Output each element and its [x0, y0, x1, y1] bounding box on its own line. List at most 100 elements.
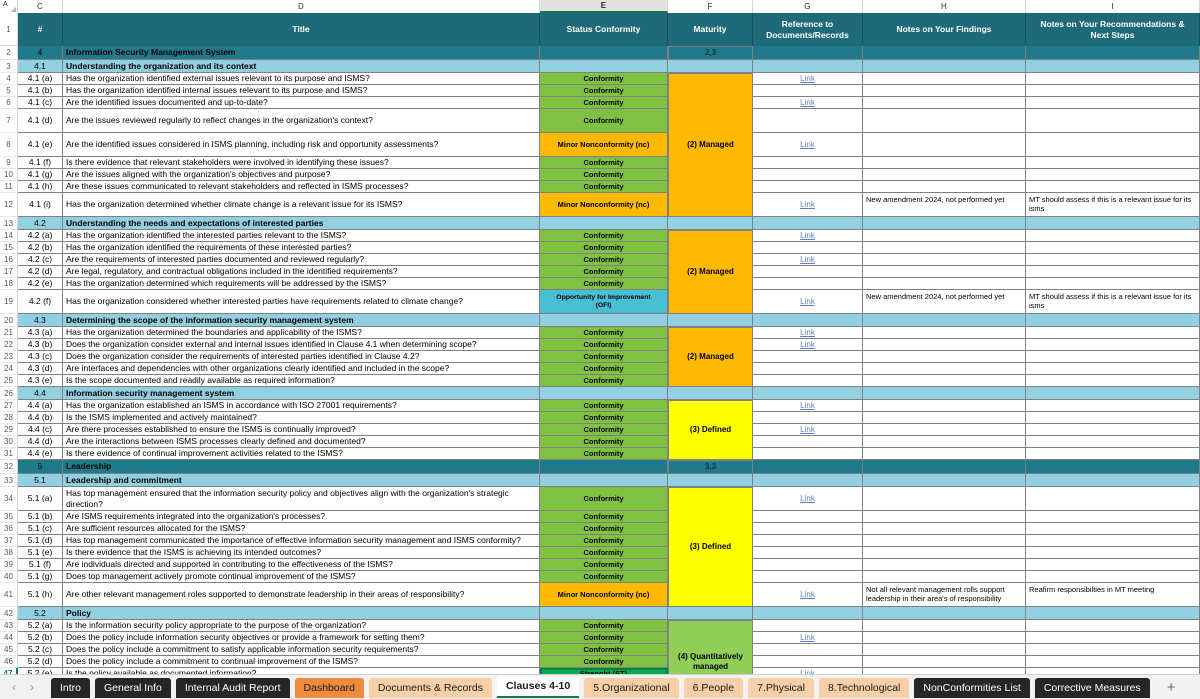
cell-reference[interactable]: [753, 474, 863, 487]
cell-notes-findings[interactable]: [863, 254, 1026, 266]
cell-clause-number[interactable]: 4.4 (d): [18, 436, 63, 448]
cell-title[interactable]: Are interfaces and dependencies with oth…: [63, 363, 540, 375]
cell-clause-number[interactable]: 4.3 (e): [18, 375, 63, 387]
cell-notes-findings[interactable]: [863, 339, 1026, 351]
cell-title[interactable]: Has the organization determined which re…: [63, 278, 540, 290]
cell-reference[interactable]: [753, 460, 863, 474]
cell-status-conformity[interactable]: Conformity: [540, 448, 668, 460]
cell-status-conformity[interactable]: Minor Nonconformity (nc): [540, 583, 668, 607]
row-header-32[interactable]: 32: [0, 460, 18, 474]
row-header-26[interactable]: 26: [0, 387, 18, 400]
cell-notes-recommendations[interactable]: MT should assess if this is a relevant i…: [1026, 290, 1200, 314]
reference-link[interactable]: Link: [800, 98, 815, 108]
cell-reference[interactable]: [753, 571, 863, 583]
maturity-section-score[interactable]: 2,3: [668, 46, 753, 60]
cell-title[interactable]: Has the organization identified external…: [63, 73, 540, 85]
column-header-H[interactable]: H: [863, 0, 1026, 13]
row-header-33[interactable]: 33: [0, 474, 18, 487]
cell-status-conformity[interactable]: Conformity: [540, 97, 668, 109]
cell-status-conformity[interactable]: Conformity: [540, 571, 668, 583]
cell-notes-recommendations[interactable]: [1026, 559, 1200, 571]
cell-title[interactable]: Has the organization identified the requ…: [63, 242, 540, 254]
cell-clause-number[interactable]: 4.3 (b): [18, 339, 63, 351]
cell-notes-recommendations[interactable]: [1026, 632, 1200, 644]
row-header-34[interactable]: 34: [0, 487, 18, 511]
cell-notes-recommendations[interactable]: [1026, 424, 1200, 436]
sheet-tab-documents-records[interactable]: Documents & Records: [368, 677, 492, 699]
cell-title[interactable]: Has the organization determined whether …: [63, 193, 540, 217]
cell-notes-recommendations[interactable]: [1026, 60, 1200, 73]
cell-reference[interactable]: Link: [753, 339, 863, 351]
cell-reference[interactable]: [753, 169, 863, 181]
row-header-21[interactable]: 21: [0, 327, 18, 339]
sheet-tab-clauses-4-10[interactable]: Clauses 4-10: [496, 675, 580, 699]
cell-clause-number[interactable]: 4.4 (a): [18, 400, 63, 412]
cell-notes-recommendations[interactable]: [1026, 644, 1200, 656]
cell-status-conformity[interactable]: Conformity: [540, 73, 668, 85]
cell-title[interactable]: Is the information security policy appro…: [63, 620, 540, 632]
cell-status-conformity[interactable]: Conformity: [540, 559, 668, 571]
cell-status-conformity[interactable]: Conformity: [540, 535, 668, 547]
sheet-tab-corrective-measures[interactable]: Corrective Measures: [1034, 677, 1150, 699]
cell-clause-number[interactable]: 5.1: [18, 474, 63, 487]
cell-notes-recommendations[interactable]: [1026, 254, 1200, 266]
cell-clause-number[interactable]: 5.1 (e): [18, 547, 63, 559]
cell-status-conformity[interactable]: [540, 387, 668, 400]
cell-notes-findings[interactable]: [863, 523, 1026, 535]
cell-notes-recommendations[interactable]: [1026, 607, 1200, 620]
cell-reference[interactable]: Link: [753, 193, 863, 217]
cell-notes-recommendations[interactable]: [1026, 363, 1200, 375]
cell-clause-number[interactable]: 5.1 (c): [18, 523, 63, 535]
cell-reference[interactable]: Link: [753, 424, 863, 436]
cell-notes-findings[interactable]: [863, 230, 1026, 242]
cell-status-conformity[interactable]: [540, 46, 668, 60]
cell-notes-findings[interactable]: [863, 351, 1026, 363]
row-header-31[interactable]: 31: [0, 448, 18, 460]
reference-link[interactable]: Link: [800, 590, 815, 600]
cell-notes-recommendations[interactable]: [1026, 181, 1200, 193]
cell-title[interactable]: Has the organization determined the boun…: [63, 327, 540, 339]
cell-reference[interactable]: [753, 375, 863, 387]
cell-clause-number[interactable]: 4.2 (e): [18, 278, 63, 290]
row-header-1[interactable]: 1: [0, 13, 18, 46]
cell-notes-findings[interactable]: Not all relevant management rolls suppor…: [863, 583, 1026, 607]
cell-notes-findings[interactable]: [863, 85, 1026, 97]
row-header-11[interactable]: 11: [0, 181, 18, 193]
maturity-merged-cell[interactable]: (2) Managed: [668, 327, 753, 387]
cell-reference[interactable]: Link: [753, 632, 863, 644]
cell-notes-recommendations[interactable]: [1026, 46, 1200, 60]
cell-reference[interactable]: [753, 535, 863, 547]
cell-notes-recommendations[interactable]: [1026, 266, 1200, 278]
cell-title[interactable]: Has the organization identified internal…: [63, 85, 540, 97]
cell-clause-number[interactable]: 5: [18, 460, 63, 474]
reference-link[interactable]: Link: [800, 140, 815, 150]
cell-clause-number[interactable]: 4.2 (f): [18, 290, 63, 314]
cell-reference[interactable]: [753, 523, 863, 535]
row-header-20[interactable]: 20: [0, 314, 18, 327]
cell-notes-findings[interactable]: New amendment 2024, not performed yet: [863, 193, 1026, 217]
cell-reference[interactable]: [753, 242, 863, 254]
row-header-37[interactable]: 37: [0, 535, 18, 547]
cell-title[interactable]: Are the issues reviewed regularly to ref…: [63, 109, 540, 133]
cell-status-conformity[interactable]: Conformity: [540, 278, 668, 290]
row-header-43[interactable]: 43: [0, 620, 18, 632]
row-header-12[interactable]: 12: [0, 193, 18, 217]
cell-clause-number[interactable]: 5.1 (g): [18, 571, 63, 583]
cell-reference[interactable]: [753, 412, 863, 424]
cell-reference[interactable]: Link: [753, 583, 863, 607]
next-sheet-arrow-icon[interactable]: ›: [30, 681, 34, 693]
column-header-D[interactable]: D: [63, 0, 540, 13]
cell-maturity[interactable]: [668, 60, 753, 73]
cell-status-conformity[interactable]: [540, 607, 668, 620]
cell-notes-recommendations[interactable]: [1026, 157, 1200, 169]
reference-link[interactable]: Link: [800, 297, 815, 307]
cell-clause-number[interactable]: 5.2: [18, 607, 63, 620]
cell-notes-recommendations[interactable]: [1026, 242, 1200, 254]
cell-notes-findings[interactable]: [863, 169, 1026, 181]
cell-title[interactable]: Are there processes established to ensur…: [63, 424, 540, 436]
cell-notes-findings[interactable]: [863, 448, 1026, 460]
cell-title[interactable]: Understanding the organization and its c…: [63, 60, 540, 73]
cell-clause-number[interactable]: 4.1 (d): [18, 109, 63, 133]
row-header-8[interactable]: 8: [0, 133, 18, 157]
cell-notes-recommendations[interactable]: [1026, 448, 1200, 460]
